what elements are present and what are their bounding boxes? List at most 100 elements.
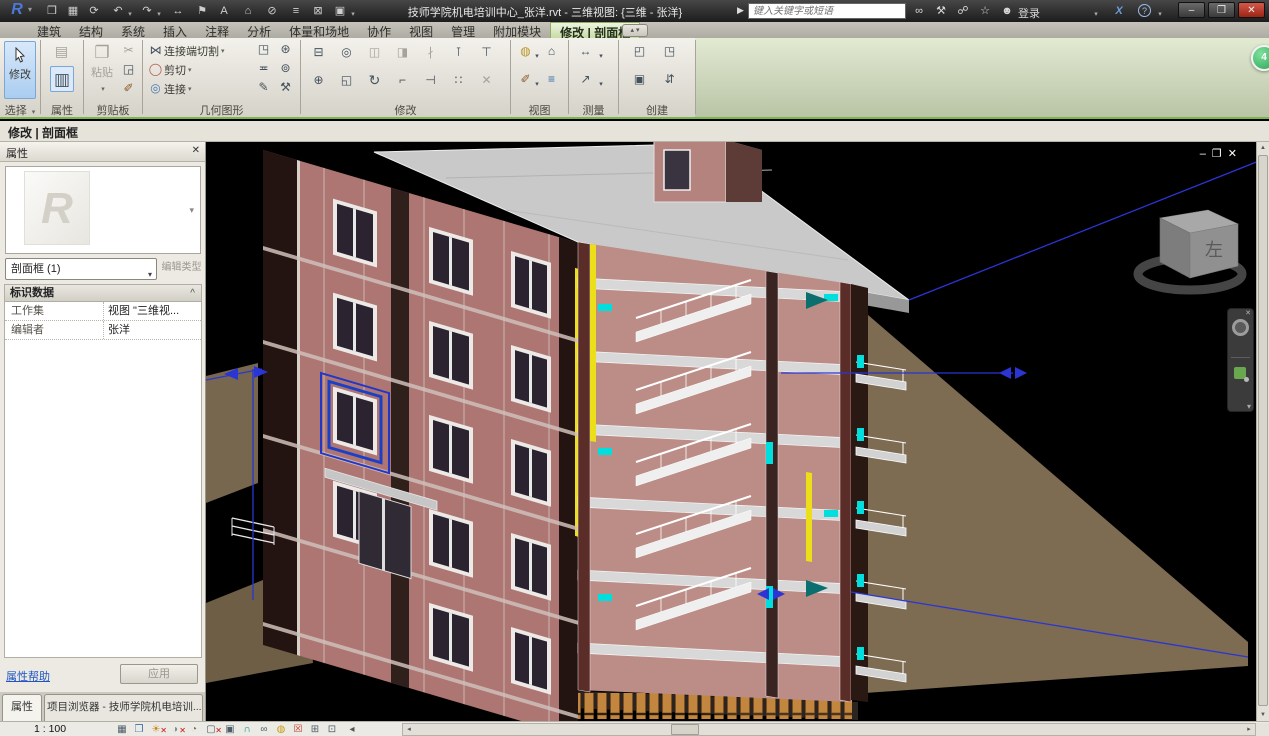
viewcube-face-label[interactable]: 左	[1205, 240, 1223, 260]
scroll-up-icon[interactable]: ▲	[1257, 142, 1269, 154]
visual-style-icon[interactable]: ❒	[131, 723, 147, 736]
create-similar-icon[interactable]: ◳	[661, 43, 678, 60]
paint-icon[interactable]: ✎	[255, 79, 272, 96]
tab-project-browser[interactable]: 项目浏览器 - 技师学院机电培训...	[44, 694, 203, 721]
switch-windows-icon[interactable]: ▣	[330, 3, 350, 19]
view-restore-icon[interactable]: ❐	[1212, 148, 1228, 160]
properties-help-link[interactable]: 属性帮助	[6, 668, 50, 684]
navbar-close-icon[interactable]: ✕	[1245, 309, 1251, 317]
reveal-constraints-icon[interactable]: ⊡	[324, 723, 340, 736]
copy-icon[interactable]: ◲	[120, 61, 137, 78]
title-expand-icon[interactable]: ▶	[737, 5, 744, 16]
tab-insert[interactable]: 插入	[154, 22, 196, 38]
scale-control[interactable]: 1 : 100	[34, 723, 66, 735]
detail-level-icon[interactable]: ▦	[114, 723, 130, 736]
measure-panel-label[interactable]: 测量	[569, 102, 618, 117]
favorites-icon[interactable]: ☆	[974, 3, 996, 19]
undo-icon[interactable]: ↶	[108, 3, 128, 19]
sign-in-caret-icon[interactable]: ▾	[1092, 7, 1100, 23]
unjoin-icon[interactable]: ≖	[255, 60, 272, 77]
create-group-icon[interactable]: ◰	[631, 43, 648, 60]
tab-architecture[interactable]: 建筑	[28, 22, 70, 38]
search-icon[interactable]: ∞	[908, 3, 930, 19]
match-type-icon[interactable]: ✐	[120, 80, 137, 97]
override-graphics-icon[interactable]: ✐	[517, 71, 534, 88]
close-hidden-windows-icon[interactable]: ⊠	[308, 3, 328, 19]
drawing-area[interactable]: –❐ ✕ 左 ✕ ▾ ▲ ▼	[206, 142, 1269, 721]
apply-button[interactable]: 应用	[120, 664, 198, 684]
cope-icon[interactable]: ⊚	[277, 60, 294, 77]
mirror-pick-axis-icon[interactable]: ◫	[366, 44, 383, 61]
minimize-button[interactable]: –	[1178, 2, 1205, 18]
sun-path-icon[interactable]: ☀✕	[148, 723, 164, 736]
linework-icon[interactable]: ≡	[543, 71, 560, 88]
cut-geometry-button[interactable]: ◯ 剪切▾	[147, 60, 192, 79]
exchange-apps-icon[interactable]: X	[1108, 3, 1130, 19]
save-icon[interactable]: ▦	[63, 3, 83, 19]
help-icon[interactable]: ?	[1138, 4, 1151, 17]
offset-icon[interactable]: ◎	[338, 44, 355, 61]
split-with-gap-icon[interactable]: ⊺	[450, 44, 467, 61]
paste-button[interactable]: ❐ 粘贴 ▾	[86, 42, 118, 94]
type-preview[interactable]: R ▾	[5, 166, 201, 254]
3d-model-view[interactable]	[206, 142, 1269, 721]
select-panel-label[interactable]: 选择 ▾	[0, 102, 40, 117]
displacement-sets-icon[interactable]: ⊞	[307, 723, 323, 736]
shadows-icon[interactable]: ◑✕	[167, 723, 183, 736]
crop-view-icon[interactable]: ▢✕	[203, 723, 219, 736]
copy-modify-icon[interactable]: ◱	[338, 72, 355, 89]
horizontal-scrollbar-thumb[interactable]	[671, 724, 699, 735]
scroll-left-icon[interactable]: ◂	[403, 724, 415, 735]
mirror-draw-axis-icon[interactable]: ◨	[394, 44, 411, 61]
section-icon[interactable]: ⊘	[262, 3, 282, 19]
tab-addins[interactable]: 附加模块	[484, 22, 550, 38]
properties-panel-label[interactable]: 属性	[41, 102, 83, 117]
scroll-down-icon[interactable]: ▼	[1257, 709, 1269, 721]
default-3d-view-icon[interactable]: ⌂	[238, 3, 258, 19]
properties-palette-icon[interactable]: ▥	[50, 66, 74, 92]
type-selector[interactable]: 剖面框 (1) ▾	[5, 258, 157, 280]
close-button[interactable]: ✕	[1238, 2, 1265, 18]
communication-center-icon[interactable]: ☍	[952, 3, 974, 19]
clipboard-panel-label[interactable]: 剪贴板	[84, 102, 142, 117]
tab-manage[interactable]: 管理	[442, 22, 484, 38]
geometry-panel-label[interactable]: 几何图形	[143, 102, 300, 117]
modify-panel-label[interactable]: 修改	[301, 102, 510, 117]
aligned-dimension-icon[interactable]: ↔	[168, 3, 188, 19]
app-menu-caret-icon[interactable]: ▾	[28, 5, 32, 14]
navbar-chevron-icon[interactable]: ▾	[1247, 402, 1251, 411]
view-minimize-icon[interactable]: –	[1200, 148, 1212, 160]
demolish-icon[interactable]: ⚒	[277, 79, 294, 96]
pin-icon[interactable]: ⊤	[478, 44, 495, 61]
unlocked-3d-view-icon[interactable]: ∩	[239, 723, 255, 736]
temporary-hide-isolate-icon[interactable]: ∞	[256, 723, 272, 736]
join-geometry-button[interactable]: ◎ 连接▾	[147, 79, 192, 98]
tab-view[interactable]: 视图	[400, 22, 442, 38]
redo-icon[interactable]: ↷	[137, 3, 157, 19]
identity-data-header[interactable]: 标识数据 ^	[5, 285, 201, 302]
measure-between-refs-icon[interactable]: ↗	[577, 71, 594, 88]
cut-icon[interactable]: ✂	[120, 42, 137, 59]
search-input[interactable]	[748, 3, 906, 19]
vertical-scrollbar-thumb[interactable]	[1258, 155, 1268, 706]
collapse-chevron-icon[interactable]: ^	[190, 286, 195, 302]
navigation-bar[interactable]: ✕ ▾	[1227, 308, 1254, 412]
join-end-cut-button[interactable]: ⋈ 连接端切割▾	[147, 41, 225, 60]
analytical-model-icon[interactable]: ☒	[290, 723, 306, 736]
revit-logo-icon[interactable]: R	[4, 1, 30, 21]
hide-elements-icon[interactable]: ◍	[517, 43, 534, 60]
split-element-icon[interactable]: ∤	[422, 44, 439, 61]
edit-type-button[interactable]: 编辑类型	[161, 258, 202, 280]
tab-systems[interactable]: 系统	[112, 22, 154, 38]
building-section-cut[interactable]	[578, 242, 851, 702]
displace-elements-icon[interactable]: ⌂	[543, 43, 560, 60]
properties-close-icon[interactable]: ✕	[192, 145, 200, 156]
trim-extend-corner-icon[interactable]: ⌐	[394, 72, 411, 89]
steering-wheel-icon[interactable]	[1232, 319, 1249, 336]
tab-analyze[interactable]: 分析	[238, 22, 280, 38]
wall-joins-icon[interactable]: ◳	[255, 41, 272, 58]
preview-caret-icon[interactable]: ▾	[189, 205, 194, 216]
open-icon[interactable]: ❒	[42, 3, 62, 19]
viewcube[interactable]: 左	[1130, 200, 1250, 296]
tab-properties[interactable]: 属性	[2, 694, 42, 721]
